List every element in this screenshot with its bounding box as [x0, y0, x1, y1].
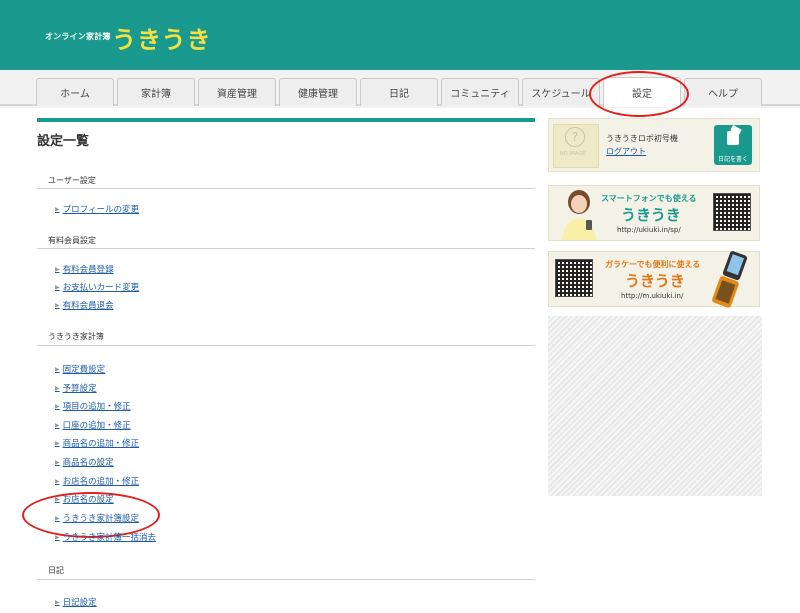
- tab-diary[interactable]: 日記: [360, 78, 438, 106]
- tab-help[interactable]: ヘルプ: [684, 78, 762, 106]
- section-divider: [37, 248, 535, 249]
- tab-health[interactable]: 健康管理: [279, 78, 357, 106]
- link-label: 有料会員登録: [62, 265, 114, 275]
- link-kakeibo-settings[interactable]: ▶ うきうき家計簿設定: [55, 512, 139, 524]
- link-card-change[interactable]: ▶ お支払いカード変更: [55, 281, 139, 293]
- link-label: 固定費設定: [62, 365, 106, 375]
- arrow-right-icon: ▶: [55, 514, 60, 522]
- arrow-right-icon: ▶: [55, 365, 60, 373]
- tab-kakeibo[interactable]: 家計簿: [117, 78, 195, 106]
- sp-banner-tagline: スマートフォンでも使える: [601, 194, 697, 203]
- arrow-right-icon: ▶: [55, 495, 60, 503]
- link-label: 口座の追加・修正: [62, 421, 131, 431]
- write-diary-label: 日記を書く: [717, 156, 748, 163]
- sp-banner-url: http://ukiuki.in/sp/: [617, 226, 681, 234]
- page-title: 設定一覧: [37, 134, 90, 149]
- link-label: 項目の追加・修正: [62, 402, 131, 412]
- tab-home[interactable]: ホーム: [36, 78, 114, 106]
- arrow-right-icon: ▶: [55, 402, 60, 410]
- arrow-right-icon: ▶: [55, 477, 60, 485]
- section-divider: [37, 345, 535, 346]
- tab-settings[interactable]: 設定: [603, 77, 681, 107]
- tab-schedule[interactable]: スケジュール: [522, 78, 600, 106]
- arrow-right-icon: ▶: [55, 458, 60, 466]
- avatar-placeholder-text: NO IMAGE: [560, 151, 586, 157]
- link-profile-change[interactable]: ▶ プロフィールの変更: [55, 203, 139, 215]
- m-banner-logo: うきうき: [625, 272, 685, 290]
- qr-code-icon: [555, 259, 593, 297]
- qr-code-icon: [713, 193, 751, 231]
- link-label: うきうき家計簿設定: [62, 514, 139, 524]
- user-name: うきうきロボ初号機: [606, 134, 678, 143]
- section-title-user: ユーザー設定: [48, 176, 96, 185]
- question-icon: ?: [565, 127, 585, 147]
- link-shop-settings[interactable]: ▶ お店名の設定: [55, 493, 114, 505]
- pen-icon: [727, 125, 742, 145]
- link-account-edit[interactable]: ▶ 口座の追加・修正: [55, 419, 131, 431]
- arrow-right-icon: ▶: [55, 283, 60, 291]
- link-paid-withdraw[interactable]: ▶ 有料会員退会: [55, 299, 114, 311]
- link-label: お支払いカード変更: [62, 283, 140, 293]
- m-banner-tagline: ガラケーでも便利に使える: [605, 260, 701, 269]
- link-shop-edit[interactable]: ▶ お店名の追加・修正: [55, 475, 139, 487]
- link-diary-settings[interactable]: ▶ 日記設定: [55, 596, 97, 608]
- section-title-kakeibo: うきうき家計簿: [48, 332, 104, 341]
- arrow-right-icon: ▶: [55, 439, 60, 447]
- m-banner-url: http://m.ukiuki.in/: [621, 292, 684, 300]
- link-label: 商品名の設定: [62, 458, 114, 468]
- link-budget[interactable]: ▶ 予算設定: [55, 382, 97, 394]
- link-label: 日記設定: [62, 598, 97, 608]
- link-label: お店名の追加・修正: [62, 477, 140, 487]
- brand-tagline: オンライン家計簿: [45, 32, 111, 41]
- link-kakeibo-bulk-delete[interactable]: ▶ うきうき家計簿一括消去: [55, 531, 156, 543]
- section-title-paid: 有料会員設定: [48, 236, 96, 245]
- arrow-right-icon: ▶: [55, 265, 60, 273]
- flip-phone-icon: [712, 251, 748, 308]
- link-label: お店名の設定: [62, 495, 114, 505]
- title-accent-bar: [37, 118, 535, 122]
- woman-illustration: [562, 190, 596, 240]
- arrow-right-icon: ▶: [55, 301, 60, 309]
- logout-link[interactable]: ログアウト: [606, 146, 646, 157]
- link-paid-register[interactable]: ▶ 有料会員登録: [55, 263, 114, 275]
- sp-banner-logo: うきうき: [621, 206, 681, 224]
- link-fixed-cost[interactable]: ▶ 固定費設定: [55, 363, 105, 375]
- arrow-right-icon: ▶: [55, 384, 60, 392]
- link-label: うきうき家計簿一括消去: [62, 533, 156, 543]
- arrow-right-icon: ▶: [55, 533, 60, 541]
- section-divider: [37, 188, 535, 189]
- section-title-diary: 日記: [48, 566, 64, 575]
- arrow-right-icon: ▶: [55, 598, 60, 606]
- link-product-edit[interactable]: ▶ 商品名の追加・修正: [55, 437, 139, 449]
- arrow-right-icon: ▶: [55, 205, 60, 213]
- section-divider: [37, 579, 535, 580]
- link-label: 有料会員退会: [62, 301, 114, 311]
- ad-placeholder: [548, 316, 762, 496]
- brand-logo[interactable]: うきうき: [112, 20, 212, 55]
- arrow-right-icon: ▶: [55, 421, 60, 429]
- link-product-settings[interactable]: ▶ 商品名の設定: [55, 456, 114, 468]
- link-label: 予算設定: [62, 384, 97, 394]
- tab-community[interactable]: コミュニティ: [441, 78, 519, 106]
- link-label: 商品名の追加・修正: [62, 439, 140, 449]
- link-item-edit[interactable]: ▶ 項目の追加・修正: [55, 400, 131, 412]
- link-label: プロフィールの変更: [62, 205, 139, 215]
- tab-assets[interactable]: 資産管理: [198, 78, 276, 106]
